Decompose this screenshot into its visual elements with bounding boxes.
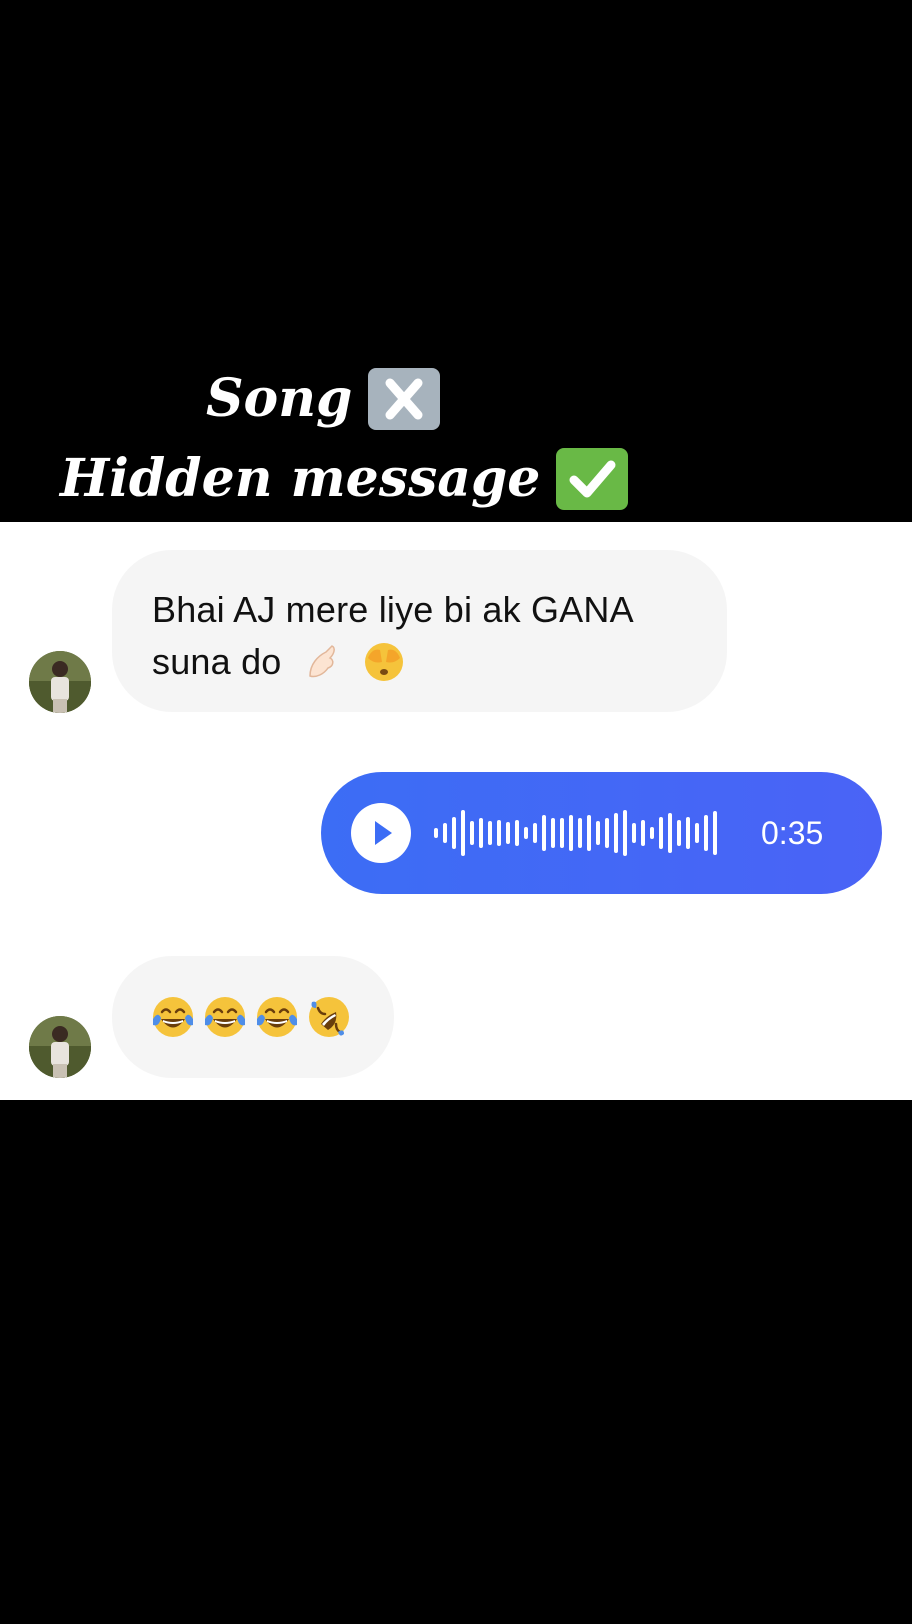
voice-duration: 0:35 [761,815,824,851]
outgoing-voice-message[interactable]: 0:35 [321,772,882,894]
caption-text-song: Song [206,368,353,429]
face-with-hands-over-eyes-icon [362,640,406,684]
avatar[interactable] [29,1016,91,1078]
cross-mark-icon [368,368,441,430]
tears-of-joy-icon [205,997,245,1037]
check-mark-icon [556,448,629,510]
incoming-message-bubble[interactable]: Bhai AJ mere liye bi ak GANA suna do [112,550,727,712]
screen: Song Hidden message Bhai AJ mere liye bi… [0,0,912,1624]
audio-waveform[interactable] [433,808,733,858]
avatar[interactable] [29,651,91,713]
tears-of-joy-icon [257,997,297,1037]
play-button[interactable] [351,803,411,863]
caption-line-2: Hidden message [60,448,629,510]
incoming-emoji-bubble[interactable] [112,956,394,1078]
caption-line-1: Song [206,368,441,430]
emoji-row [150,994,352,1042]
message-text: Bhai AJ mere liye bi ak GANA suna do [152,589,632,684]
caption-overlay: Song Hidden message [0,368,912,518]
caption-text-hidden-message: Hidden message [60,448,541,509]
tears-of-joy-icon [153,997,193,1037]
pinched-fingers-icon [300,640,344,684]
chat-thread[interactable]: Bhai AJ mere liye bi ak GANA suna do 0:3… [0,522,912,1100]
rolling-on-floor-laughing-icon [309,997,349,1037]
play-icon [375,821,392,845]
